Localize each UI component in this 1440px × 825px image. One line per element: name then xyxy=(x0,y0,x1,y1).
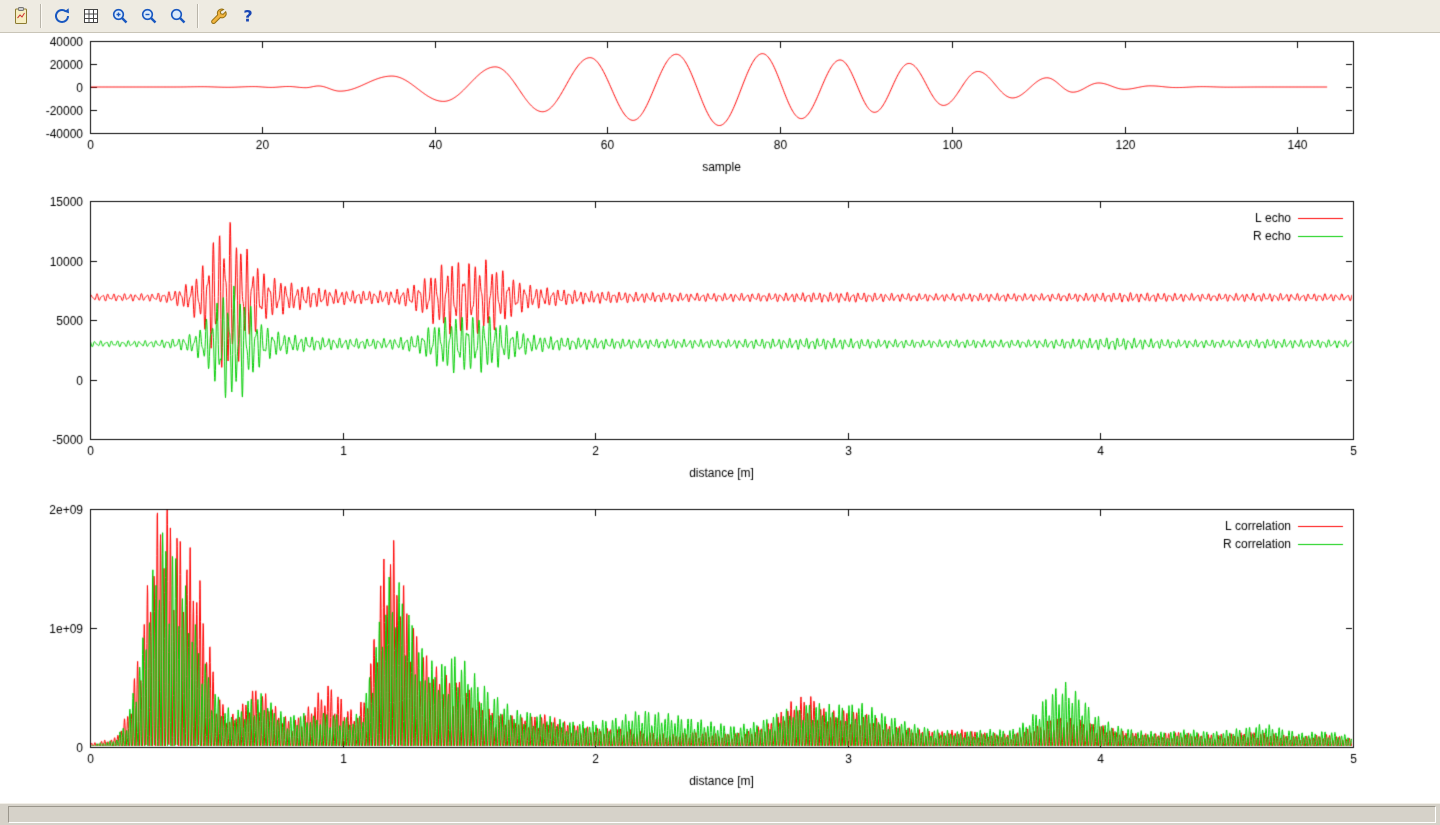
zoom-in-button[interactable] xyxy=(106,3,133,30)
configure-button[interactable] xyxy=(205,3,232,30)
toolbar-separator xyxy=(197,4,199,28)
zoom-out-icon xyxy=(139,6,159,26)
echo-chart xyxy=(0,185,1440,495)
toggle-grid-button[interactable] xyxy=(77,3,104,30)
zoom-out-button[interactable] xyxy=(135,3,162,30)
refresh-icon xyxy=(52,6,72,26)
correlation-chart xyxy=(0,495,1440,803)
help-button[interactable]: ? xyxy=(234,3,261,30)
copy-to-clipboard-button[interactable] xyxy=(7,3,34,30)
replot-button[interactable] xyxy=(48,3,75,30)
wrench-icon xyxy=(209,6,229,26)
toolbar-separator xyxy=(40,4,42,28)
signal-chart xyxy=(0,33,1440,185)
zoom-reset-icon xyxy=(168,6,188,26)
toolbar: ? xyxy=(0,0,1440,33)
zoom-in-icon xyxy=(110,6,130,26)
svg-text:?: ? xyxy=(243,7,252,26)
status-bar xyxy=(0,803,1440,825)
zoom-reset-button[interactable] xyxy=(164,3,191,30)
echo-chart-canvas[interactable] xyxy=(0,185,1440,495)
help-icon: ? xyxy=(238,6,258,26)
plot-area xyxy=(0,33,1440,803)
gnuplot-window: ? xyxy=(0,0,1440,825)
grid-icon xyxy=(81,6,101,26)
signal-chart-canvas[interactable] xyxy=(0,33,1440,185)
copy-to-clipboard-icon xyxy=(11,6,31,26)
correlation-chart-canvas[interactable] xyxy=(0,495,1440,803)
status-text xyxy=(8,806,1436,823)
